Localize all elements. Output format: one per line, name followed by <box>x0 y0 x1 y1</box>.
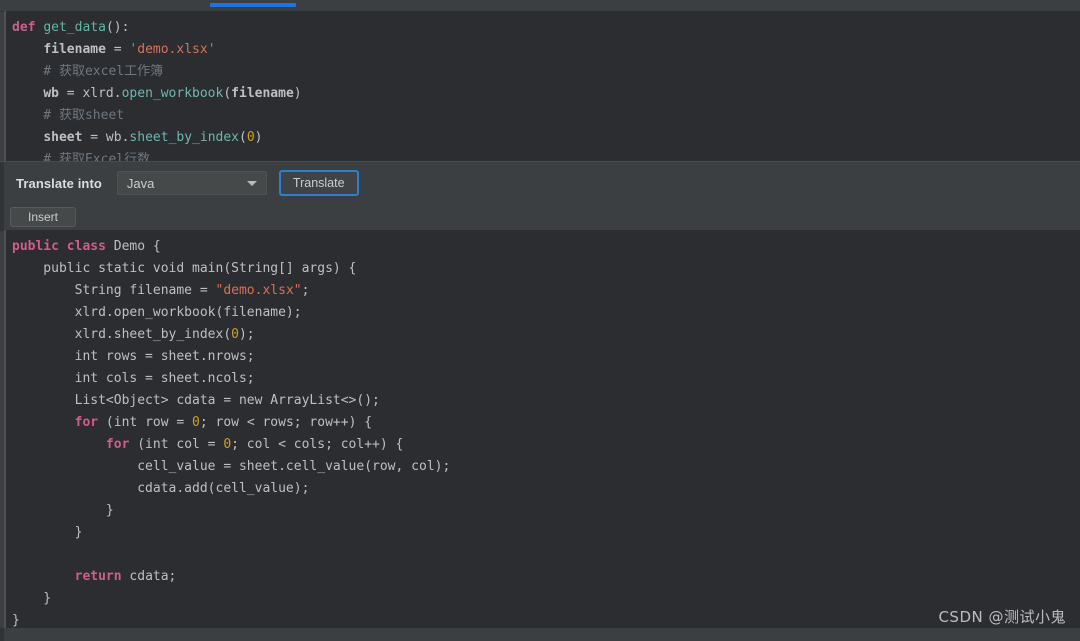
code-line: for (int col = 0; col < cols; col++) { <box>105 437 404 452</box>
bottom-left-gutter <box>0 628 4 641</box>
active-tab-indicator[interactable] <box>210 3 296 7</box>
code-line: cell_value = sheet.cell_value(row, col); <box>12 459 451 474</box>
code-line: xlrd.sheet_by_index(0); <box>12 327 255 342</box>
code-line: } <box>12 591 52 606</box>
translate-into-label: Translate into <box>16 175 102 191</box>
insert-button[interactable]: Insert <box>10 207 76 227</box>
code-line: # 获取excel工作簿 <box>12 64 164 79</box>
code-line: String filename = "demo.xlsx"; <box>12 283 310 298</box>
source-code-text: def get_data(): filename = 'demo.xlsx' #… <box>6 11 1080 161</box>
code-line: public class Demo { <box>12 239 161 254</box>
code-line: sheet = wb.sheet_by_index(0) <box>43 130 263 145</box>
code-line: List<Object> cdata = new ArrayList<>(); <box>12 393 380 408</box>
code-line: wb = xlrd.open_workbook(filename) <box>43 86 302 101</box>
translate-toolbar: Translate into Java Translate Insert <box>0 161 1080 231</box>
code-line: return cdata; <box>74 569 177 584</box>
language-select-value: Java <box>126 175 155 191</box>
code-line: def get_data(): <box>12 20 130 35</box>
language-select[interactable]: Java <box>116 171 267 195</box>
insert-controls-row: Insert <box>10 207 76 227</box>
code-line: cdata.add(cell_value); <box>12 481 310 496</box>
code-line: int rows = sheet.nrows; <box>12 349 255 364</box>
chevron-down-icon <box>246 181 257 186</box>
toolbar-left-gutter <box>0 162 4 231</box>
source-code-editor[interactable]: def get_data(): filename = 'demo.xlsx' #… <box>4 11 1080 161</box>
code-line: public static void main(String[] args) { <box>12 261 357 276</box>
code-line: } <box>12 613 20 628</box>
code-line: # 获取sheet <box>12 108 125 123</box>
code-line: int cols = sheet.ncols; <box>12 371 255 386</box>
translate-button[interactable]: Translate <box>278 170 359 196</box>
result-code-editor[interactable]: public class Demo { public static void m… <box>4 230 1080 628</box>
code-line: # 获取Excel行数 <box>12 152 151 161</box>
code-line: xlrd.open_workbook(filename); <box>12 305 302 320</box>
result-code-text: public class Demo { public static void m… <box>6 230 1080 628</box>
code-line: } <box>12 503 114 518</box>
translation-tool-window: def get_data(): filename = 'demo.xlsx' #… <box>0 0 1080 641</box>
window-bottom-edge <box>0 628 1080 641</box>
code-line: filename = 'demo.xlsx' <box>43 42 216 57</box>
code-line: for (int row = 0; row < rows; row++) { <box>74 415 373 430</box>
translate-controls-row: Translate into Java Translate <box>16 170 359 196</box>
code-line: } <box>12 525 83 540</box>
